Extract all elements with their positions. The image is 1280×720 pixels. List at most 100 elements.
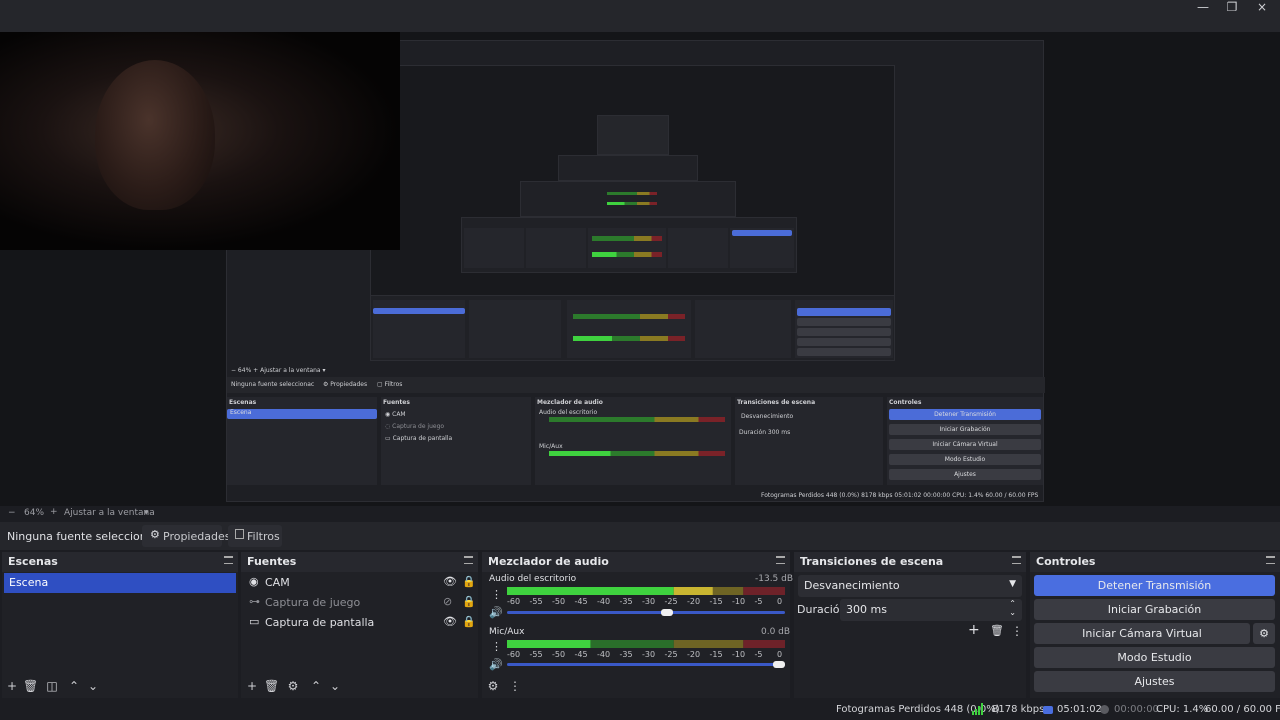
volume-knob[interactable]: [661, 609, 674, 616]
add-icon[interactable]: +: [968, 622, 980, 638]
sources-header: Fuentes: [241, 552, 478, 572]
preview-canvas[interactable]: − 64% + Ajustar a la ventana ▾ Ninguna f…: [0, 32, 1280, 506]
channel-name: Mic/Aux: [489, 627, 525, 637]
captured-zoom-label: − 64% + Ajustar a la ventana ▾: [231, 367, 326, 374]
eye-icon[interactable]: 👁: [443, 575, 457, 588]
captured-screen-level-4: [520, 181, 736, 217]
db-tick: -5: [754, 650, 763, 659]
virtual-cam-settings-button[interactable]: ⚙: [1253, 623, 1275, 644]
captured-scenes-dock: Escenas Escena: [227, 397, 377, 485]
start-virtual-cam-button[interactable]: Iniciar Cámara Virtual: [1034, 623, 1250, 644]
captured-controls-dock: Controles Detener Transmisión Iniciar Gr…: [887, 397, 1043, 485]
dock-menu-icon[interactable]: [464, 556, 473, 564]
filters-button[interactable]: Filtros: [228, 525, 282, 547]
title-bar: — ❐ ×: [0, 0, 1280, 32]
chevron-up-icon[interactable]: ⌃: [1009, 599, 1016, 608]
volume-knob[interactable]: [773, 661, 785, 668]
fit-dropdown-icon[interactable]: ▾: [144, 508, 149, 518]
chevron-down-icon[interactable]: ⌄: [1009, 608, 1016, 617]
lock-icon[interactable]: 🔒: [462, 615, 476, 628]
eye-hidden-icon[interactable]: ⊘: [443, 595, 452, 608]
move-down-icon[interactable]: ⌄: [86, 679, 100, 693]
volume-slider-desktop[interactable]: [507, 609, 785, 616]
studio-mode-button[interactable]: Modo Estudio: [1034, 647, 1275, 668]
zoom-level: 64%: [24, 508, 45, 518]
dock-menu-icon[interactable]: [1266, 556, 1275, 564]
gear-icon[interactable]: ⚙: [486, 679, 500, 693]
minimize-icon[interactable]: —: [1187, 0, 1219, 14]
transition-selected: Desvanecimiento: [804, 579, 900, 592]
scene-item[interactable]: Escena: [4, 573, 236, 593]
add-icon[interactable]: +: [5, 679, 19, 693]
filter-icon[interactable]: ◫: [45, 679, 59, 693]
dock-menu-icon[interactable]: [224, 556, 233, 564]
more-icon[interactable]: ⋮: [508, 679, 522, 693]
move-down-icon[interactable]: ⌄: [328, 679, 342, 693]
stop-stream-button[interactable]: Detener Transmisión: [1034, 575, 1275, 596]
zoom-in-button[interactable]: +: [50, 507, 58, 517]
source-toolbar: Ninguna fuente seleccionac ⚙ Propiedades…: [0, 522, 1280, 550]
sources-dock: Fuentes ◉ CAM 👁 🔒 ⊶ Captura de juego ⊘ 🔒…: [241, 552, 478, 698]
sources-title: Fuentes: [247, 555, 297, 568]
volume-slider-mic[interactable]: [507, 661, 785, 668]
db-tick: -35: [619, 650, 633, 659]
channel-name: Audio del escritorio: [489, 574, 577, 584]
db-tick: -20: [687, 650, 701, 659]
captured-screen-level-3: [461, 217, 797, 273]
meter-level: [507, 587, 674, 595]
properties-label: Propiedades: [163, 530, 231, 543]
settings-button[interactable]: Ajustes: [1034, 671, 1275, 692]
meter-zone: [673, 640, 744, 648]
start-recording-button[interactable]: Iniciar Grabación: [1034, 599, 1275, 620]
more-icon[interactable]: ⋮: [491, 588, 502, 601]
fps: 60.00 / 60.00 FPS: [1205, 704, 1280, 715]
trash-icon[interactable]: 🗑: [264, 679, 279, 693]
db-tick: -60: [507, 650, 521, 659]
eye-icon[interactable]: 👁: [443, 615, 457, 628]
zoom-out-button[interactable]: −: [8, 508, 16, 518]
more-icon[interactable]: ⋮: [491, 640, 502, 653]
meter-level: [507, 640, 591, 648]
duration-spinbox[interactable]: 300 ms ⌃ ⌄: [840, 599, 1022, 621]
source-item-cam[interactable]: ◉ CAM 👁 🔒: [243, 573, 476, 593]
db-tick: -10: [732, 597, 746, 606]
speaker-icon[interactable]: 🔊: [489, 658, 503, 671]
dock-menu-icon[interactable]: [1012, 556, 1021, 564]
captured-sources-dock: Fuentes ◉ CAM ◌ Captura de juego ▭ Captu…: [381, 397, 531, 485]
gear-icon[interactable]: ⚙: [286, 679, 300, 693]
db-tick: -40: [597, 650, 611, 659]
captured-screen-level-5: [558, 155, 698, 181]
channel-db: 0.0 dB: [761, 627, 791, 637]
webcam-icon: ◉: [249, 575, 259, 588]
properties-button[interactable]: ⚙ Propiedades: [142, 525, 230, 547]
webcam-feed: [0, 32, 400, 250]
captured-source-bar: Ninguna fuente seleccionac ⚙ Propiedades…: [227, 377, 1045, 393]
transition-select[interactable]: Desvanecimiento ▼: [798, 575, 1022, 597]
source-label: Captura de juego: [265, 596, 361, 609]
add-icon[interactable]: +: [245, 679, 259, 693]
db-tick: -45: [574, 650, 588, 659]
close-icon[interactable]: ×: [1246, 0, 1278, 14]
dock-menu-icon[interactable]: [776, 556, 785, 564]
gear-icon: ⚙: [1259, 627, 1269, 640]
speaker-icon[interactable]: 🔊: [489, 606, 503, 619]
mixer-header: Mezclador de audio: [482, 552, 790, 572]
cpu-usage: CPU: 1.4%: [1156, 704, 1209, 715]
signal-bars-icon: [972, 703, 984, 715]
db-tick: -55: [529, 597, 543, 606]
source-item-screen-capture[interactable]: ▭ Captura de pantalla 👁 🔒: [243, 613, 476, 633]
move-up-icon[interactable]: ⌃: [67, 679, 81, 693]
trash-icon[interactable]: 🗑: [990, 624, 1004, 637]
restore-icon[interactable]: ❐: [1216, 0, 1248, 14]
db-tick: -25: [664, 650, 678, 659]
lock-icon[interactable]: 🔒: [462, 595, 476, 608]
more-icon[interactable]: ⋮: [1011, 624, 1023, 638]
fit-window-label[interactable]: Ajustar a la ventana: [64, 508, 155, 518]
move-up-icon[interactable]: ⌃: [309, 679, 323, 693]
record-icon: [1100, 705, 1109, 714]
lock-icon[interactable]: 🔒: [462, 575, 476, 588]
source-item-game-capture[interactable]: ⊶ Captura de juego ⊘ 🔒: [243, 593, 476, 613]
db-tick: -50: [552, 650, 566, 659]
db-tick: -55: [529, 650, 543, 659]
trash-icon[interactable]: 🗑: [23, 679, 38, 693]
